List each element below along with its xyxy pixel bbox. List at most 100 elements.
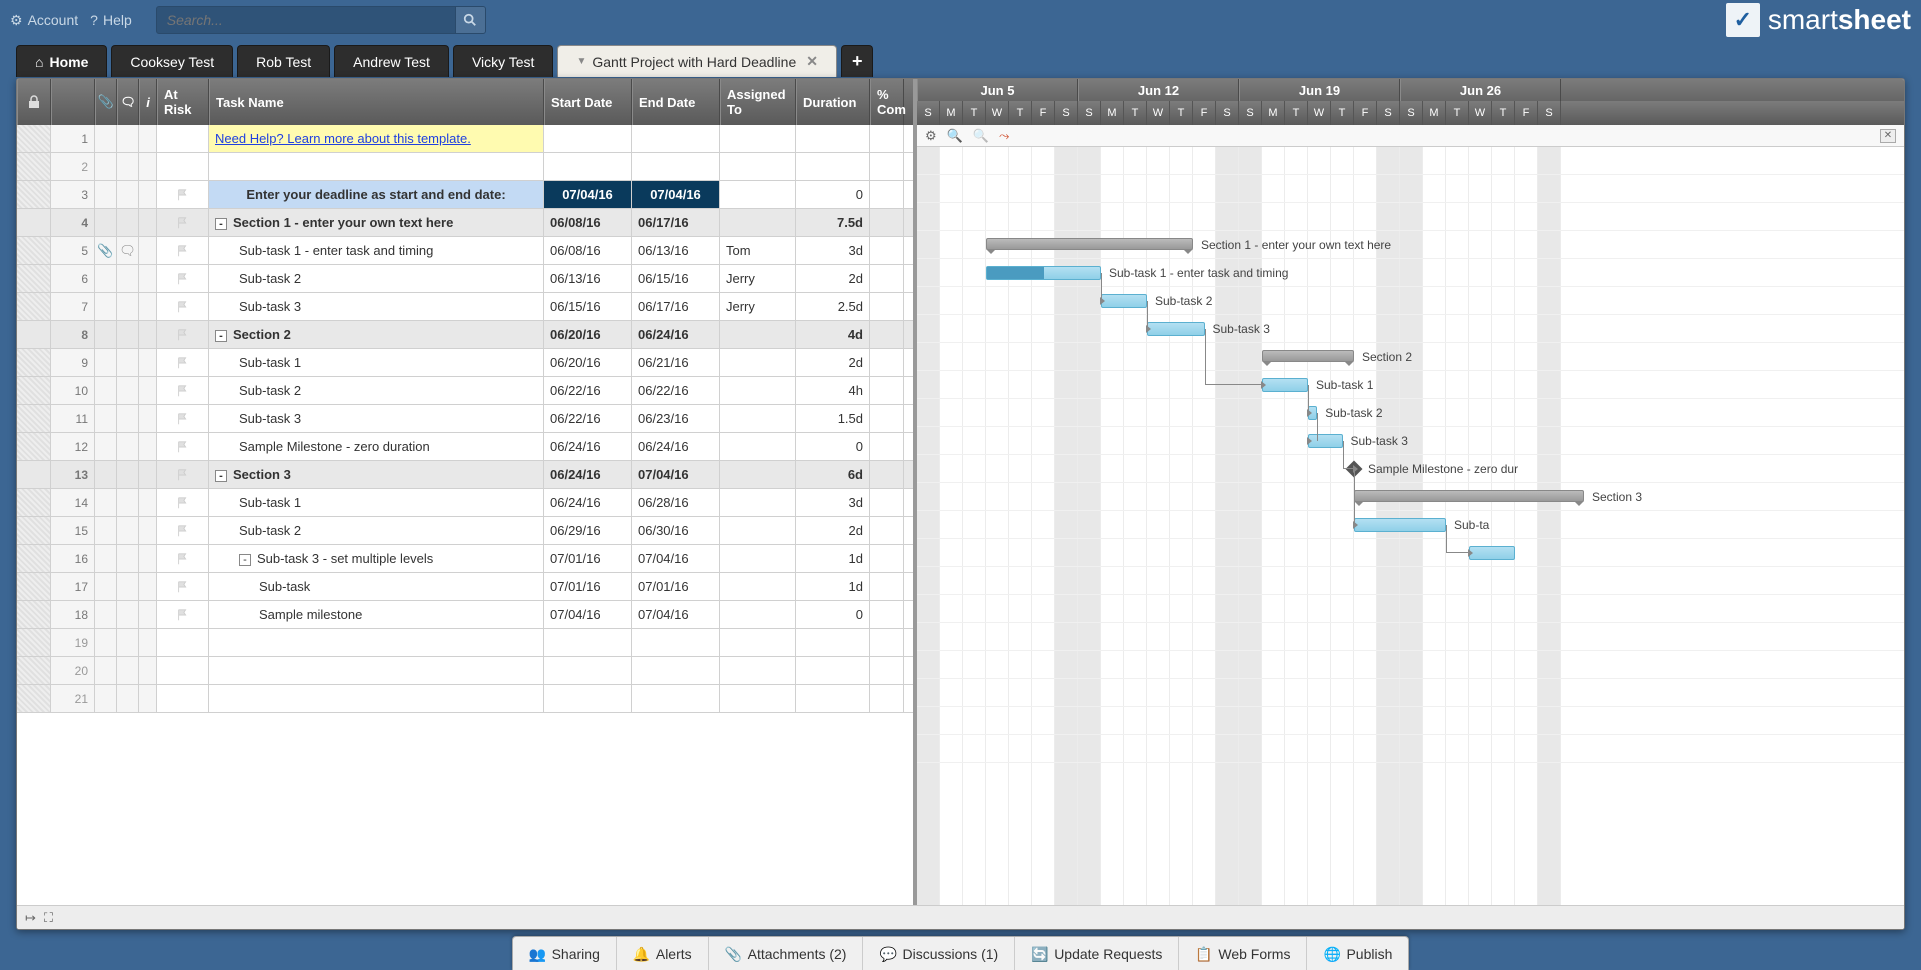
- duration-cell[interactable]: 1d: [796, 545, 870, 572]
- assigned-cell[interactable]: [720, 685, 796, 712]
- comment-cell[interactable]: [117, 601, 139, 628]
- task-cell[interactable]: [209, 153, 544, 180]
- task-cell[interactable]: Sub-task 3: [209, 405, 544, 432]
- task-cell[interactable]: -Section 2: [209, 321, 544, 348]
- gantt-task-bar[interactable]: [1308, 434, 1343, 448]
- pct-cell[interactable]: [870, 657, 904, 684]
- comment-cell[interactable]: [117, 209, 139, 236]
- gantt-summary-bar[interactable]: [986, 238, 1193, 250]
- assigned-cell[interactable]: [720, 657, 796, 684]
- risk-cell[interactable]: [157, 293, 209, 320]
- col-attachment[interactable]: 📎: [95, 79, 117, 125]
- attachment-cell[interactable]: [95, 545, 117, 572]
- start-date-cell[interactable]: 06/13/16: [544, 265, 632, 292]
- table-row[interactable]: 8-Section 206/20/1606/24/164d: [17, 321, 913, 349]
- comment-cell[interactable]: 🗨: [117, 237, 139, 264]
- attachment-cell[interactable]: [95, 489, 117, 516]
- pct-cell[interactable]: [870, 237, 904, 264]
- comment-cell[interactable]: [117, 461, 139, 488]
- comment-cell[interactable]: [117, 573, 139, 600]
- end-date-cell[interactable]: 06/15/16: [632, 265, 720, 292]
- start-date-cell[interactable]: 06/20/16: [544, 321, 632, 348]
- attachment-cell[interactable]: [95, 461, 117, 488]
- task-cell[interactable]: -Section 3: [209, 461, 544, 488]
- task-cell[interactable]: Sample milestone: [209, 601, 544, 628]
- gantt-task-bar[interactable]: [1262, 378, 1308, 392]
- pct-cell[interactable]: [870, 405, 904, 432]
- pct-cell[interactable]: [870, 349, 904, 376]
- assigned-cell[interactable]: Jerry: [720, 293, 796, 320]
- attachment-cell[interactable]: [95, 629, 117, 656]
- row-number[interactable]: 5: [51, 237, 95, 264]
- expander-icon[interactable]: -: [215, 218, 227, 230]
- row-number[interactable]: 16: [51, 545, 95, 572]
- start-date-cell[interactable]: 06/20/16: [544, 349, 632, 376]
- duration-cell[interactable]: 0: [796, 601, 870, 628]
- end-date-cell[interactable]: 06/13/16: [632, 237, 720, 264]
- task-cell[interactable]: Sample Milestone - zero duration: [209, 433, 544, 460]
- start-date-cell[interactable]: [544, 685, 632, 712]
- gantt-task-bar[interactable]: [1354, 518, 1446, 532]
- duration-cell[interactable]: 2d: [796, 349, 870, 376]
- comment-cell[interactable]: [117, 629, 139, 656]
- assigned-cell[interactable]: [720, 321, 796, 348]
- gantt-body[interactable]: Section 1 - enter your own text hereSub-…: [917, 147, 1904, 905]
- risk-cell[interactable]: [157, 209, 209, 236]
- attachment-cell[interactable]: 📎: [95, 237, 117, 264]
- row-number[interactable]: 6: [51, 265, 95, 292]
- assigned-cell[interactable]: [720, 517, 796, 544]
- end-date-cell[interactable]: 06/24/16: [632, 433, 720, 460]
- critical-path-icon[interactable]: ⤳: [999, 128, 1009, 144]
- table-row[interactable]: 7Sub-task 306/15/1606/17/16Jerry2.5d: [17, 293, 913, 321]
- risk-cell[interactable]: [157, 629, 209, 656]
- task-cell[interactable]: [209, 629, 544, 656]
- tab-active[interactable]: ▼ Gantt Project with Hard Deadline ✕: [557, 45, 837, 77]
- end-date-cell[interactable]: 06/30/16: [632, 517, 720, 544]
- row-number[interactable]: 1: [51, 125, 95, 152]
- web-forms-button[interactable]: 📋Web Forms: [1179, 937, 1307, 970]
- table-row[interactable]: 17Sub-task07/01/1607/01/161d: [17, 573, 913, 601]
- expand-icon[interactable]: ⛶: [44, 910, 53, 926]
- expander-icon[interactable]: -: [239, 554, 251, 566]
- start-date-cell[interactable]: 06/08/16: [544, 237, 632, 264]
- tab-sheet[interactable]: Rob Test: [237, 45, 330, 77]
- table-row[interactable]: 20: [17, 657, 913, 685]
- row-number[interactable]: 9: [51, 349, 95, 376]
- comment-cell[interactable]: [117, 153, 139, 180]
- table-row[interactable]: 14Sub-task 106/24/1606/28/163d: [17, 489, 913, 517]
- pct-cell[interactable]: [870, 629, 904, 656]
- end-date-cell[interactable]: 06/24/16: [632, 321, 720, 348]
- pct-cell[interactable]: [870, 433, 904, 460]
- end-date-cell[interactable]: 07/04/16: [632, 181, 720, 208]
- expander-icon[interactable]: -: [215, 470, 227, 482]
- task-cell[interactable]: Sub-task 2: [209, 265, 544, 292]
- assigned-cell[interactable]: [720, 209, 796, 236]
- comment-cell[interactable]: [117, 517, 139, 544]
- risk-cell[interactable]: [157, 405, 209, 432]
- start-date-cell[interactable]: 06/24/16: [544, 433, 632, 460]
- risk-cell[interactable]: [157, 349, 209, 376]
- row-number[interactable]: 20: [51, 657, 95, 684]
- start-date-cell[interactable]: [544, 657, 632, 684]
- task-cell[interactable]: Sub-task 1: [209, 349, 544, 376]
- attachment-cell[interactable]: [95, 349, 117, 376]
- row-number[interactable]: 8: [51, 321, 95, 348]
- chevron-down-icon[interactable]: ▼: [576, 56, 586, 67]
- risk-cell[interactable]: [157, 321, 209, 348]
- end-date-cell[interactable]: 07/04/16: [632, 601, 720, 628]
- help-link[interactable]: ? Help: [90, 12, 132, 28]
- assigned-cell[interactable]: Jerry: [720, 265, 796, 292]
- row-number[interactable]: 12: [51, 433, 95, 460]
- pct-cell[interactable]: [870, 293, 904, 320]
- pct-cell[interactable]: [870, 125, 904, 152]
- end-date-cell[interactable]: [632, 629, 720, 656]
- task-cell[interactable]: Sub-task 1: [209, 489, 544, 516]
- task-cell[interactable]: -Section 1 - enter your own text here: [209, 209, 544, 236]
- publish-button[interactable]: 🌐Publish: [1307, 937, 1408, 970]
- attachment-cell[interactable]: [95, 517, 117, 544]
- comment-cell[interactable]: [117, 405, 139, 432]
- start-date-cell[interactable]: 07/01/16: [544, 573, 632, 600]
- duration-cell[interactable]: [796, 629, 870, 656]
- risk-cell[interactable]: [157, 657, 209, 684]
- col-task-name[interactable]: Task Name: [209, 79, 544, 125]
